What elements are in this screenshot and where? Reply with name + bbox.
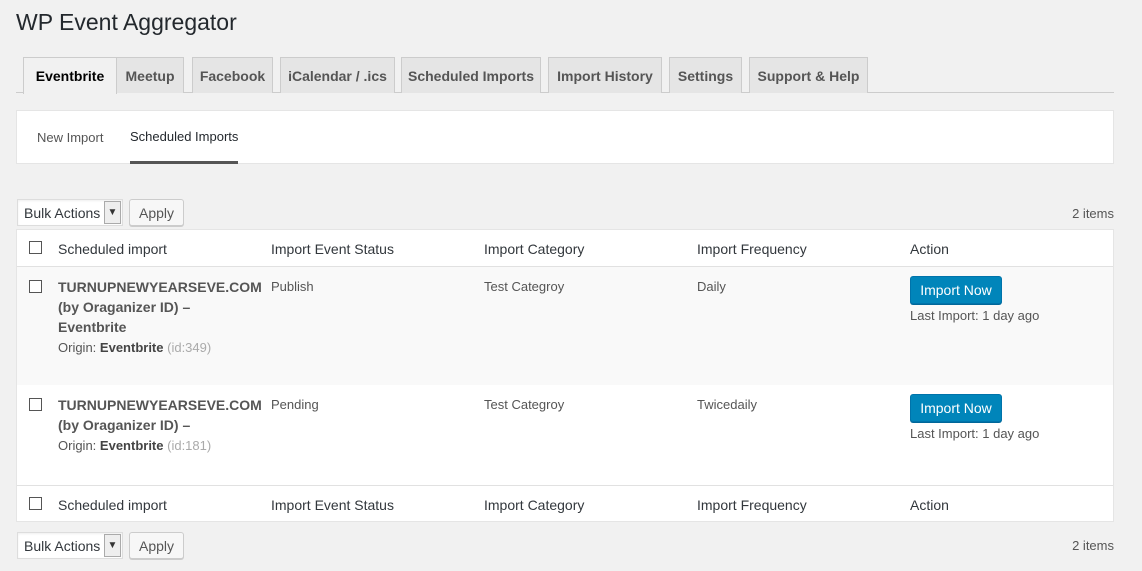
page-title: WP Event Aggregator bbox=[16, 9, 237, 35]
import-title-line[interactable]: TURNUPNEWYEARSEVE.COM bbox=[58, 277, 262, 297]
col-import-event-status: Import Event Status bbox=[271, 241, 394, 257]
tab-settings[interactable]: Settings bbox=[669, 57, 742, 93]
import-now-button[interactable]: Import Now bbox=[910, 276, 1002, 304]
tab-meetup[interactable]: Meetup bbox=[116, 57, 184, 93]
import-title: TURNUPNEWYEARSEVE.COM (by Oraganizer ID)… bbox=[58, 277, 262, 358]
row-checkbox[interactable] bbox=[29, 280, 42, 293]
table-row: TURNUPNEWYEARSEVE.COM (by Oraganizer ID)… bbox=[17, 267, 1113, 385]
origin-info: Origin: Eventbrite (id:349) bbox=[58, 338, 262, 358]
tab-support-help[interactable]: Support & Help bbox=[749, 57, 868, 93]
import-status: Publish bbox=[271, 279, 314, 294]
origin-label: Origin: bbox=[58, 438, 97, 453]
origin-value: Eventbrite bbox=[99, 438, 164, 453]
col-action: Action bbox=[910, 241, 949, 257]
import-title-line: Eventbrite bbox=[58, 319, 127, 335]
select-all-checkbox[interactable] bbox=[29, 241, 42, 254]
last-import: Last Import: 1 day ago bbox=[910, 308, 1040, 323]
origin-info: Origin: Eventbrite (id:181) bbox=[58, 436, 262, 456]
import-frequency: Twicedaily bbox=[697, 397, 757, 412]
bulk-actions-select[interactable]: Bulk Actions ▼ bbox=[17, 199, 123, 226]
import-status: Pending bbox=[271, 397, 319, 412]
origin-label: Origin: bbox=[58, 340, 97, 355]
bulk-actions-value: Bulk Actions bbox=[24, 204, 101, 221]
chevron-down-icon: ▼ bbox=[104, 201, 121, 224]
tab-import-history[interactable]: Import History bbox=[548, 57, 662, 93]
import-title-line: (by Oraganizer ID) – bbox=[58, 299, 191, 315]
table-footer: Scheduled import Import Event Status Imp… bbox=[17, 485, 1113, 522]
col-scheduled-import[interactable]: Scheduled import bbox=[58, 239, 167, 259]
bulk-actions-bottom: Bulk Actions ▼ Apply bbox=[17, 532, 184, 559]
table-row: TURNUPNEWYEARSEVE.COM (by Oraganizer ID)… bbox=[17, 385, 1113, 485]
select-all-checkbox[interactable] bbox=[29, 497, 42, 510]
import-title-line: (by Oraganizer ID) – bbox=[58, 417, 191, 433]
import-now-button[interactable]: Import Now bbox=[910, 394, 1002, 422]
bulk-actions-top: Bulk Actions ▼ Apply bbox=[17, 199, 184, 226]
action-cell: Import Now Last Import: 1 day ago bbox=[910, 394, 1039, 444]
col-import-frequency: Import Frequency bbox=[697, 497, 807, 513]
col-action: Action bbox=[910, 497, 949, 513]
col-import-frequency: Import Frequency bbox=[697, 241, 807, 257]
import-title: TURNUPNEWYEARSEVE.COM (by Oraganizer ID)… bbox=[58, 395, 262, 456]
import-frequency: Daily bbox=[697, 279, 726, 294]
import-title-line[interactable]: TURNUPNEWYEARSEVE.COM bbox=[58, 395, 262, 415]
origin-value: Eventbrite bbox=[99, 340, 164, 355]
last-import: Last Import: 1 day ago bbox=[910, 426, 1040, 441]
table-header: Scheduled import Import Event Status Imp… bbox=[17, 230, 1113, 267]
chevron-down-icon: ▼ bbox=[104, 534, 121, 557]
tab-eventbrite[interactable]: Eventbrite bbox=[23, 57, 117, 94]
apply-button[interactable]: Apply bbox=[129, 532, 184, 559]
col-import-category: Import Category bbox=[484, 497, 585, 513]
import-category: Test Categroy bbox=[484, 397, 565, 412]
origin-id: (id:349) bbox=[167, 340, 212, 355]
import-category: Test Categroy bbox=[484, 279, 565, 294]
tab-icalendar[interactable]: iCalendar / .ics bbox=[280, 57, 395, 93]
items-count: 2 items bbox=[1072, 206, 1114, 221]
bulk-actions-select[interactable]: Bulk Actions ▼ bbox=[17, 532, 123, 559]
bulk-actions-value: Bulk Actions bbox=[24, 537, 101, 554]
action-cell: Import Now Last Import: 1 day ago bbox=[910, 276, 1039, 326]
scheduled-imports-table: Scheduled import Import Event Status Imp… bbox=[16, 229, 1114, 522]
origin-id: (id:181) bbox=[167, 438, 212, 453]
tab-facebook[interactable]: Facebook bbox=[192, 57, 273, 93]
subtab-new-import[interactable]: New Import bbox=[37, 111, 103, 163]
subtab-scheduled-imports[interactable]: Scheduled Imports bbox=[130, 111, 239, 164]
main-tabs: Eventbrite Meetup Facebook iCalendar / .… bbox=[16, 57, 1114, 94]
apply-button[interactable]: Apply bbox=[129, 199, 184, 226]
tab-scheduled-imports[interactable]: Scheduled Imports bbox=[401, 57, 541, 93]
col-import-event-status: Import Event Status bbox=[271, 497, 394, 513]
items-count: 2 items bbox=[1072, 538, 1114, 553]
col-import-category: Import Category bbox=[484, 241, 585, 257]
row-checkbox[interactable] bbox=[29, 398, 42, 411]
subtabs-panel: New Import Scheduled Imports bbox=[16, 110, 1114, 164]
col-scheduled-import[interactable]: Scheduled import bbox=[58, 495, 167, 515]
